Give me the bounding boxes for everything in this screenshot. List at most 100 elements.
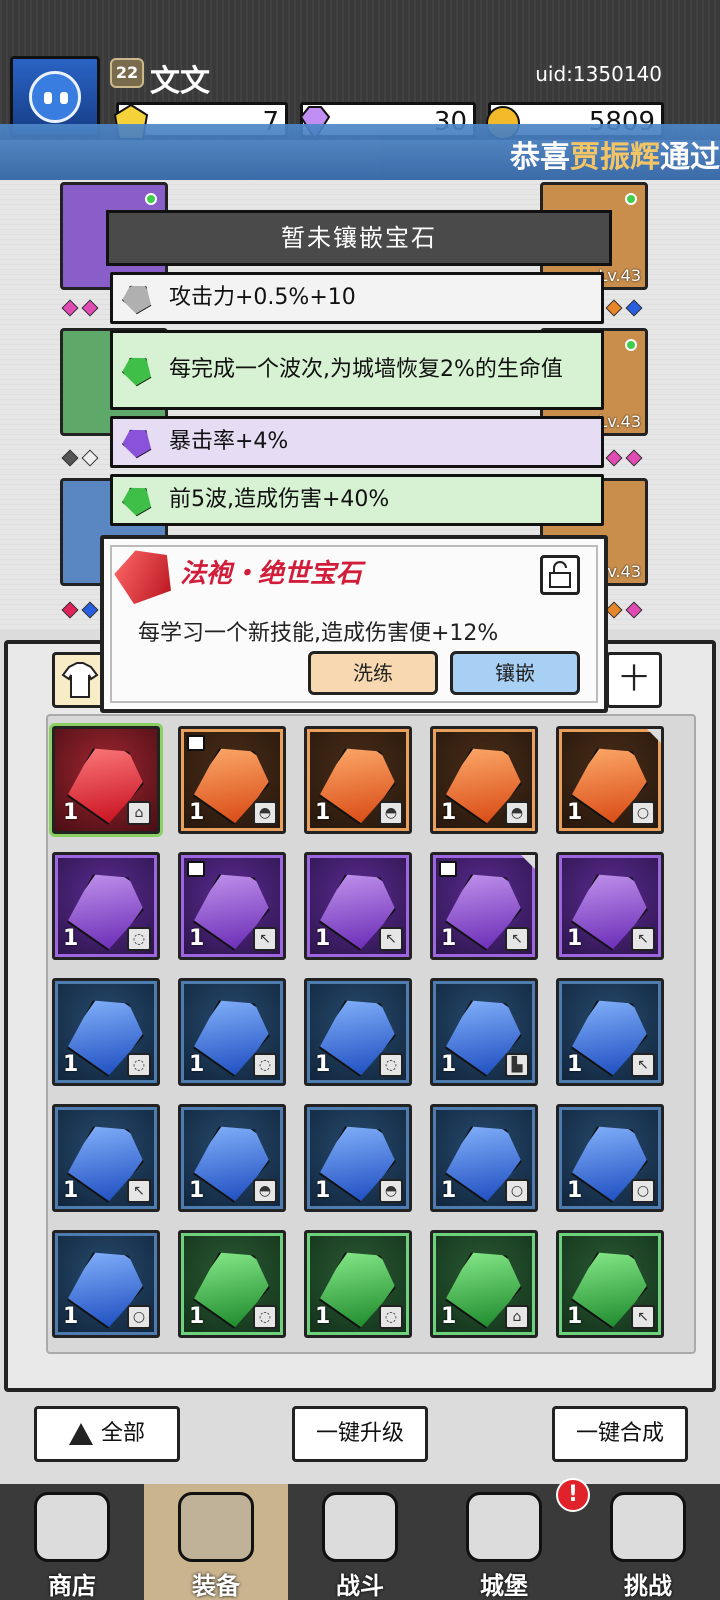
purple-gem-icon [118, 423, 156, 461]
equip-type-icon: ◌ [379, 1305, 403, 1329]
crossed-swords-icon [322, 1492, 398, 1562]
equip-type-icon: ○ [127, 1305, 151, 1329]
stat-text: 前5波,造成伤害+40% [169, 487, 390, 512]
gem-cell-orange[interactable]: 1 ◓ [304, 726, 412, 834]
gem-quantity: 1 [189, 926, 205, 951]
gem-cell-purple[interactable]: 1 ↖ [430, 852, 538, 960]
equip-type-icon: ◓ [253, 801, 277, 825]
stat-row: 每完成一个波次,为城墙恢复2%的生命值 [110, 330, 604, 410]
lock-icon [187, 735, 205, 751]
gem-cell-orange[interactable]: 1 ◓ [430, 726, 538, 834]
nav-label: 战斗 [336, 1572, 384, 1600]
gem-cell-blue[interactable]: 1 ◓ [178, 1104, 286, 1212]
gem-cell-blue[interactable]: 1 ◓ [304, 1104, 412, 1212]
gem-cell-green[interactable]: 1 ◌ [178, 1230, 286, 1338]
gem-quantity: 1 [189, 800, 205, 825]
gem-quantity: 1 [63, 926, 79, 951]
filter-all-button[interactable]: 全部 [34, 1406, 180, 1462]
gem-quantity: 1 [567, 800, 583, 825]
equip-type-icon: ◌ [127, 927, 151, 951]
equip-type-icon: ↖ [631, 927, 655, 951]
gem-quantity: 1 [441, 1052, 457, 1077]
unlock-icon[interactable] [540, 555, 580, 595]
gem-cell-purple[interactable]: 1 ↖ [556, 852, 664, 960]
gem-cell-blue[interactable]: 1 ○ [430, 1104, 538, 1212]
gem-cell-purple[interactable]: 1 ↖ [304, 852, 412, 960]
backpack-icon [178, 1492, 254, 1562]
ticker-player: 贾振辉 [570, 140, 660, 175]
gem-quantity: 1 [441, 800, 457, 825]
equip-type-icon: ◌ [253, 1305, 277, 1329]
upgrade-all-button[interactable]: 一键升级 [292, 1406, 428, 1462]
ready-dot [625, 193, 637, 205]
nav-shop[interactable]: 商店 [0, 1484, 144, 1600]
gem-cell-purple[interactable]: 1 ◌ [52, 852, 160, 960]
green-gem-icon [118, 351, 156, 389]
gem-quantity: 1 [567, 1052, 583, 1077]
gem-stats-panel: 暂未镶嵌宝石 攻击力+0.5%+10 每完成一个波次,为城墙恢复2%的生命值 暴… [106, 210, 612, 540]
gem-quantity: 1 [567, 926, 583, 951]
nav-challenge[interactable]: 挑战 [576, 1484, 720, 1600]
stat-row: 攻击力+0.5%+10 [110, 272, 604, 324]
embed-button[interactable]: 镶嵌 [450, 651, 580, 695]
gem-quantity: 1 [567, 1304, 583, 1329]
gem-quantity: 1 [441, 926, 457, 951]
stat-text: 攻击力+0.5%+10 [169, 285, 356, 310]
equip-type-icon: ↖ [505, 927, 529, 951]
new-corner-marker [647, 729, 661, 743]
gem-detail-popup: 法袍・绝世宝石 每学习一个新技能,造成伤害便+12% 洗练 镶嵌 [100, 535, 608, 713]
gem-cell-blue[interactable]: 1 ◌ [304, 978, 412, 1086]
gem-cell-blue[interactable]: 1 ↖ [52, 1104, 160, 1212]
nav-label: 城堡 [480, 1572, 528, 1600]
gem-quantity: 1 [63, 1178, 79, 1203]
stat-text: 每完成一个波次,为城墙恢复2%的生命值 [169, 357, 563, 382]
equip-type-icon: ○ [505, 1179, 529, 1203]
gem-cell-red[interactable]: 1 ⌂ [52, 726, 160, 834]
gem-quantity: 1 [315, 926, 331, 951]
nav-label: 挑战 [624, 1572, 672, 1600]
equip-type-icon: ◓ [379, 1179, 403, 1203]
equip-type-icon: ◓ [505, 801, 529, 825]
equip-type-icon: ↖ [127, 1179, 151, 1203]
gem-cell-green[interactable]: 1 ◌ [304, 1230, 412, 1338]
equip-type-icon: ◌ [127, 1053, 151, 1077]
gem-cell-blue[interactable]: 1 ○ [556, 1104, 664, 1212]
gem-cell-blue[interactable]: 1 ▙ [430, 978, 538, 1086]
equip-type-icon: ○ [631, 801, 655, 825]
equip-type-icon: ⌂ [127, 801, 151, 825]
gem-cell-blue[interactable]: 1 ○ [52, 1230, 160, 1338]
nav-castle[interactable]: 城堡 [432, 1484, 576, 1600]
merge-all-button[interactable]: 一键合成 [552, 1406, 688, 1462]
equip-type-icon: ↖ [631, 1305, 655, 1329]
gem-cell-purple[interactable]: 1 ↖ [178, 852, 286, 960]
nav-battle[interactable]: 战斗 [288, 1484, 432, 1600]
reroll-button[interactable]: 洗练 [308, 651, 438, 695]
castle-icon [466, 1492, 542, 1562]
gem-cell-green[interactable]: 1 ⌂ [430, 1230, 538, 1338]
gem-quantity: 1 [567, 1178, 583, 1203]
gem-cell-orange[interactable]: 1 ○ [556, 726, 664, 834]
gem-cell-green[interactable]: 1 ↖ [556, 1230, 664, 1338]
gem-cell-blue[interactable]: 1 ◌ [52, 978, 160, 1086]
shop-icon [34, 1492, 110, 1562]
top-bar: 22 文文 uid:1350140 7 30 5809 [0, 0, 720, 141]
ready-dot [145, 193, 157, 205]
gem-cell-blue[interactable]: 1 ↖ [556, 978, 664, 1086]
gem-title: 法袍・绝世宝石 [180, 559, 363, 589]
equip-type-icon: ↖ [631, 1053, 655, 1077]
gem-cell-blue[interactable]: 1 ◌ [178, 978, 286, 1086]
equip-type-icon: ◓ [253, 1179, 277, 1203]
triangle-icon [68, 1423, 93, 1445]
gem-quantity: 1 [63, 1052, 79, 1077]
gem-quantity: 1 [63, 1304, 79, 1329]
gem-quantity: 1 [189, 1052, 205, 1077]
alert-badge: ! [556, 1478, 590, 1512]
new-corner-marker [521, 855, 535, 869]
shield-icon [610, 1492, 686, 1562]
sort-button[interactable]: 十 [606, 652, 662, 708]
stat-row: 前5波,造成伤害+40% [110, 474, 604, 526]
ready-dot [625, 339, 637, 351]
gem-cell-orange[interactable]: 1 ◓ [178, 726, 286, 834]
nav-equipment[interactable]: 装备 [144, 1484, 288, 1600]
nav-label: 商店 [48, 1572, 96, 1600]
